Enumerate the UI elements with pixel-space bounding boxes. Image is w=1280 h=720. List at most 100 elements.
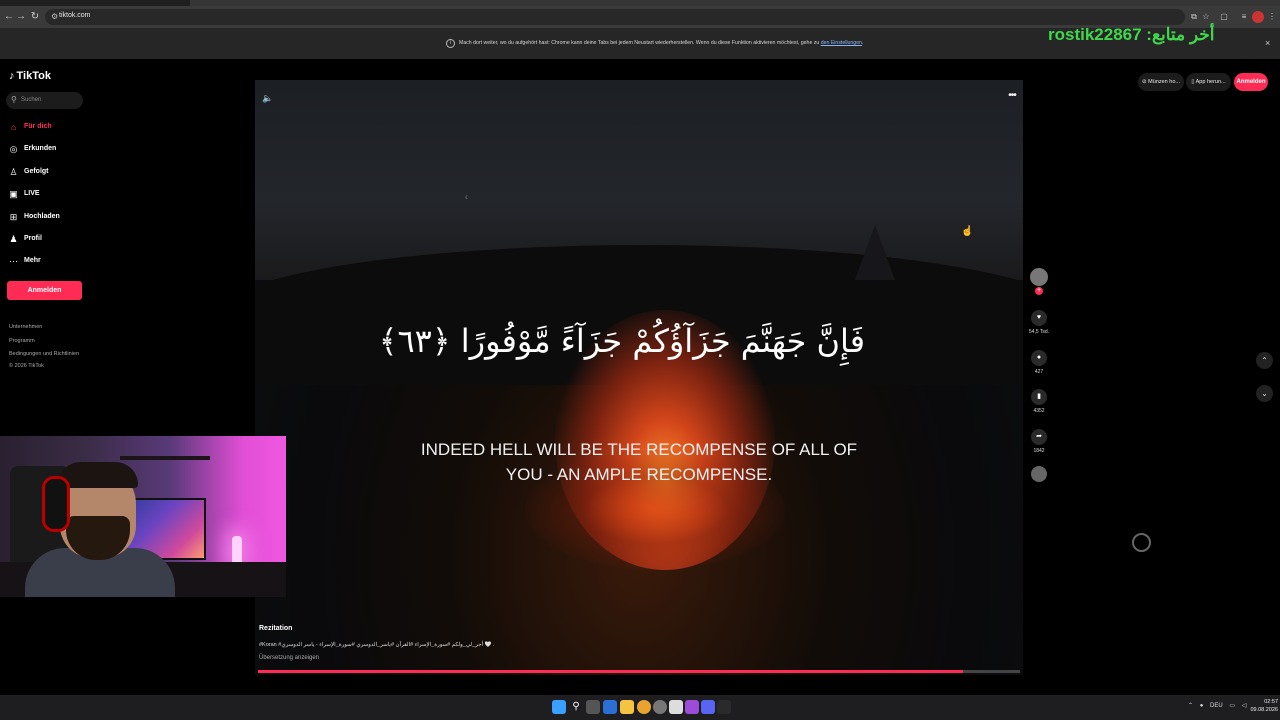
previous-video-button[interactable]: ⌃: [1256, 352, 1273, 369]
like-count: 54,5 Tsd.: [1028, 329, 1050, 335]
webcam-person-hair: [58, 462, 138, 488]
heart-icon[interactable]: ♥: [1031, 310, 1047, 326]
comment-icon[interactable]: ●: [1031, 350, 1047, 366]
search-input[interactable]: ⚲ Suchen: [6, 92, 83, 109]
verse-translation: INDEED HELL WILL BE THE RECOMPENSE OF AL…: [420, 440, 858, 484]
video-player[interactable]: ☾ 🔈 ••• فَإِنَّ جَهَنَّمَ جَزَآؤُكُمْ جَ…: [255, 80, 1023, 675]
sidebar-item-label: Mehr: [24, 257, 41, 264]
sidebar: ♪ TikTok ⚲ Suchen ⌂ Für dich ◎ Erkunden ♙ Ge…: [0, 59, 255, 695]
next-video-button[interactable]: ⌄: [1256, 385, 1273, 402]
address-bar[interactable]: ⚙ tiktok.com: [45, 9, 1185, 25]
clock-time: 02:57: [1264, 699, 1278, 705]
system-tray: ⌃ ● DEU ▭ ◁: [1188, 702, 1251, 714]
webcam-headphones: [42, 476, 70, 532]
search-placeholder: Suchen: [21, 97, 42, 103]
header-login-button[interactable]: Anmelden: [1234, 73, 1268, 91]
sidebar-item-label: Profil: [24, 235, 42, 242]
user-follow-icon: ♙: [9, 167, 18, 177]
logo-text: TikTok: [16, 70, 51, 82]
follow-plus-icon[interactable]: +: [1035, 287, 1043, 295]
volume-icon[interactable]: 🔈: [262, 92, 274, 104]
sidebar-item-label: Für dich: [24, 123, 52, 130]
translate-icon[interactable]: ⧉: [1188, 11, 1200, 23]
compass-icon: ◎: [9, 144, 18, 154]
infobar-text: Mach dort weiter, wo du aufgehört hast: …: [459, 40, 820, 46]
site-info-icon[interactable]: ⚙: [51, 12, 58, 21]
comment-count: 427: [1034, 369, 1044, 375]
profile-avatar-icon[interactable]: [1252, 11, 1264, 23]
get-coins-label: Münzen ho...: [1148, 79, 1180, 85]
bookmark-icon[interactable]: ▮: [1031, 389, 1047, 405]
profile-icon: ♟: [9, 234, 18, 244]
login-button[interactable]: Anmelden: [7, 281, 82, 300]
app-icon[interactable]: [653, 700, 667, 714]
footer-link[interactable]: Programm: [9, 338, 35, 344]
sidebar-item-label: LIVE: [24, 190, 40, 197]
steam-icon[interactable]: [717, 700, 731, 714]
video-progress-fill: [258, 670, 963, 673]
video-progress-bar[interactable]: [258, 670, 1020, 673]
share-arrow-icon[interactable]: ➦: [1031, 429, 1047, 445]
chrome-icon[interactable]: [637, 700, 651, 714]
input-language[interactable]: DEU: [1210, 703, 1223, 709]
discord-icon[interactable]: [701, 700, 715, 714]
creator-avatar[interactable]: [1030, 268, 1048, 286]
infobar-close-button[interactable]: ×: [1265, 38, 1270, 48]
footer-link[interactable]: Bedingungen und Richtlinien: [9, 351, 79, 357]
video-roof: [855, 225, 895, 280]
loading-spinner: [1132, 533, 1151, 552]
home-icon: ⌂: [10, 122, 17, 132]
sidebar-item-erkunden[interactable]: ◎ Erkunden: [8, 143, 98, 157]
task-view-icon[interactable]: [586, 700, 600, 714]
notepad-icon[interactable]: [669, 700, 683, 714]
video-author[interactable]: Rezitation: [259, 625, 292, 632]
chrome-menu-icon[interactable]: ⋮: [1266, 11, 1278, 23]
network-icon[interactable]: ▭: [1229, 703, 1235, 709]
info-icon: i: [446, 39, 455, 48]
sidebar-item-gefolgt[interactable]: ♙ Gefolgt: [8, 166, 98, 180]
sidebar-item-mehr[interactable]: ⋯ Mehr: [8, 255, 98, 269]
save-count: 4352: [1033, 408, 1045, 414]
reading-list-icon[interactable]: ≡: [1238, 11, 1250, 23]
action-rail: + ♥ 54,5 Tsd. ● 427 ▮ 4352 ➦ 1842: [1029, 268, 1049, 488]
tray-chevron-icon[interactable]: ⌃: [1188, 703, 1193, 709]
video-description: #Koran #أجر_لي_ولكم #سورة_الإسراء #القرآ…: [259, 642, 495, 648]
copyright: © 2026 TikTok: [9, 363, 44, 369]
footer-link[interactable]: Unternehmen: [9, 324, 42, 330]
windows-taskbar: ⚲ ⌃ ● DEU ▭ ◁ 02:57 09.08.2026: [0, 695, 1280, 720]
edge-icon[interactable]: [603, 700, 617, 714]
sidebar-item-live[interactable]: ▣ LIVE: [8, 188, 98, 202]
mic-icon[interactable]: ●: [1200, 703, 1204, 709]
start-icon[interactable]: [552, 700, 566, 714]
more-options-icon[interactable]: •••: [1005, 90, 1019, 102]
settings-link[interactable]: den Einstellungen: [821, 40, 862, 46]
obs-icon[interactable]: [685, 700, 699, 714]
download-app-button[interactable]: ▯ App herun...: [1186, 73, 1231, 91]
more-dots-icon: ⋯: [9, 256, 18, 266]
reload-icon[interactable]: ↻: [28, 10, 42, 24]
sidebar-item-profil[interactable]: ♟ Profil: [8, 233, 98, 247]
sidebar-item-hochladen[interactable]: ⊞ Hochladen: [8, 211, 98, 225]
show-translation-link[interactable]: Übersetzung anzeigen: [259, 655, 319, 661]
mouse-cursor-icon: ☝: [961, 226, 974, 237]
extensions-icon[interactable]: ▢: [1218, 11, 1230, 23]
sidebar-item-label: Erkunden: [24, 145, 57, 152]
header-actions: ⊘ Münzen ho... ▯ App herun... Anmelden: [1138, 73, 1268, 93]
tiktok-logo-icon: ♪: [9, 70, 15, 82]
system-clock[interactable]: 02:57 09.08.2026: [1248, 698, 1278, 714]
file-explorer-icon[interactable]: [620, 700, 634, 714]
live-icon: ▣: [9, 189, 18, 199]
get-coins-button[interactable]: ⊘ Münzen ho...: [1138, 73, 1184, 91]
sidebar-item-fuer-dich[interactable]: ⌂ Für dich: [8, 121, 98, 135]
tiktok-logo[interactable]: ♪ TikTok: [9, 70, 51, 82]
search-icon[interactable]: ⚲: [569, 700, 583, 714]
speaker-icon[interactable]: ◁: [1242, 703, 1247, 709]
screen: ← → ↻ ⚙ tiktok.com ⧉ ☆ ▢ ≡ ⋮ i Mach dort…: [0, 0, 1280, 720]
sidebar-item-label: Hochladen: [24, 213, 60, 220]
address-url[interactable]: tiktok.com: [59, 12, 91, 19]
music-disc-icon[interactable]: [1031, 466, 1047, 482]
share-count: 1842: [1033, 448, 1045, 454]
download-app-label: App herun...: [1195, 79, 1226, 85]
bookmark-star-icon[interactable]: ☆: [1200, 11, 1212, 23]
forward-icon[interactable]: →: [14, 10, 28, 24]
